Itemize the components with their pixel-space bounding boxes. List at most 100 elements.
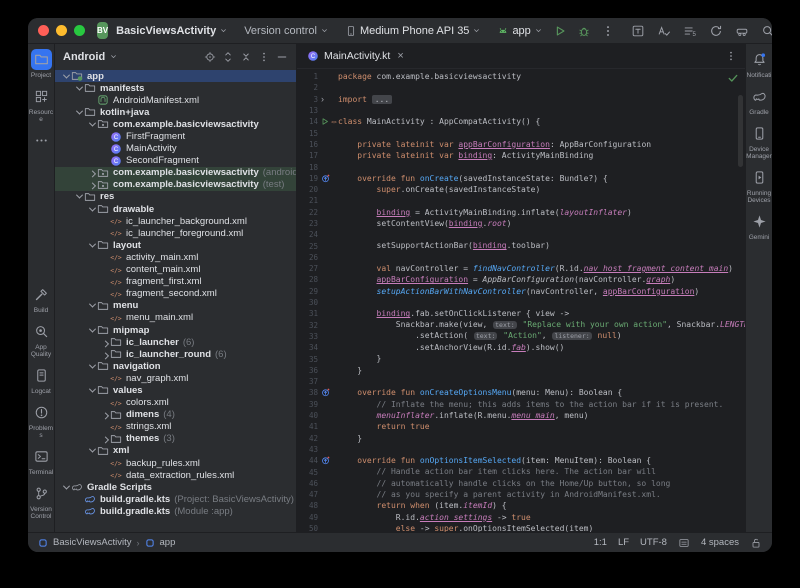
tree-item-androidmanifest-xml[interactable]: AndroidManifest.xml (55, 94, 296, 106)
tree-item-fragment-first-xml[interactable]: </>fragment_first.xml (55, 276, 296, 288)
code-line-30[interactable]: 30 (297, 297, 745, 308)
stripe-item-resource-manager[interactable]: Resource Manager (28, 86, 55, 123)
overriding-method-icon[interactable] (321, 174, 330, 183)
code-line-43[interactable]: 43 (297, 444, 745, 455)
caret-position[interactable]: 1:1 (594, 537, 607, 548)
code-line-24[interactable]: 24 (297, 229, 745, 240)
code-line-16[interactable]: 16 private lateinit var appBarConfigurat… (297, 139, 745, 150)
tree-item-fragment-second-xml[interactable]: </>fragment_second.xml (55, 288, 296, 300)
tab-mainactivity[interactable]: C MainActivity.kt × (297, 44, 414, 68)
todo-list-icon[interactable]: 5 (683, 24, 697, 38)
code-line-33[interactable]: 33 .setAction( text: "Action", listener:… (297, 331, 745, 342)
tree-toggle-icon[interactable] (87, 303, 97, 308)
tree-item-mipmap[interactable]: mipmap (55, 324, 296, 336)
tree-item-layout[interactable]: layout (55, 239, 296, 251)
code-line-26[interactable]: 26 (297, 252, 745, 263)
code-line-39[interactable]: 39 // Inflate the menu; this adds items … (297, 399, 745, 410)
tree-item-firstfragment[interactable]: CFirstFragment (55, 130, 296, 142)
panel-options-icon[interactable] (258, 51, 270, 63)
tree-item-xml[interactable]: xml (55, 445, 296, 457)
indent-setting[interactable]: 4 spaces (701, 537, 739, 548)
more-actions-icon[interactable] (601, 24, 615, 38)
device-selector[interactable]: Medium Phone API 35 (345, 25, 481, 37)
device-streaming-icon[interactable] (735, 24, 749, 38)
tree-item-secondfragment[interactable]: CSecondFragment (55, 155, 296, 167)
tree-item-gradle-scripts[interactable]: Gradle Scripts (55, 481, 296, 493)
run-class-icon[interactable] (321, 117, 329, 126)
tree-toggle-icon[interactable] (87, 243, 97, 248)
tree-item-menu-main-xml[interactable]: </>menu_main.xml (55, 312, 296, 324)
tree-item-menu[interactable]: menu (55, 300, 296, 312)
code-line-37[interactable]: 37 (297, 376, 745, 387)
code-analysis-icon[interactable] (657, 24, 671, 38)
code-line-29[interactable]: 29 setupActionBarWithNavController(navCo… (297, 286, 745, 297)
line-ending[interactable]: LF (618, 537, 629, 548)
code-line-31[interactable]: 31 binding.fab.setOnClickListener { view… (297, 308, 745, 319)
tree-item-activity-main-xml[interactable]: </>activity_main.xml (55, 251, 296, 263)
code-line-44[interactable]: 44 override fun onOptionsItemSelected(it… (297, 455, 745, 466)
code-line-3[interactable]: 3›import ... (297, 94, 745, 105)
code-line-35[interactable]: 35 } (297, 353, 745, 364)
editor-scrollbar[interactable] (738, 95, 743, 167)
tree-item-ic-launcher-background-xml[interactable]: </>ic_launcher_background.xml (55, 215, 296, 227)
overriding-method-icon[interactable] (321, 456, 330, 465)
tree-item-res[interactable]: res (55, 191, 296, 203)
tree-item-strings-xml[interactable]: </>strings.xml (55, 421, 296, 433)
code-line-49[interactable]: 49 R.id.action_settings -> true (297, 512, 745, 523)
code-line-28[interactable]: 28 appBarConfiguration = AppBarConfigura… (297, 274, 745, 285)
code-line-19[interactable]: 19 override fun onCreate(savedInstanceSt… (297, 173, 745, 184)
code-line-15[interactable]: 15 (297, 127, 745, 138)
search-everywhere-icon[interactable] (761, 24, 772, 38)
code-line-17[interactable]: 17 private lateinit var binding: Activit… (297, 150, 745, 161)
stripe-item-build[interactable]: Build (28, 284, 55, 314)
tree-item-dimens[interactable]: dimens(4) (55, 409, 296, 421)
maximize-window-button[interactable] (74, 25, 85, 36)
editor-tab-options-icon[interactable] (725, 50, 737, 62)
tree-item-drawable[interactable]: drawable (55, 203, 296, 215)
tree-toggle-icon[interactable] (87, 182, 97, 187)
code-line-47[interactable]: 47 // as you specify a parent activity i… (297, 489, 745, 500)
sync-project-icon[interactable] (709, 24, 723, 38)
tree-item-colors-xml[interactable]: </>colors.xml (55, 397, 296, 409)
hide-panel-icon[interactable] (276, 51, 288, 63)
indent-style-icon[interactable] (678, 537, 690, 549)
tree-toggle-icon[interactable] (87, 364, 97, 369)
tree-item-themes[interactable]: themes(3) (55, 433, 296, 445)
tree-toggle-icon[interactable] (100, 352, 110, 357)
tree-toggle-icon[interactable] (61, 485, 71, 490)
tree-toggle-icon[interactable] (87, 328, 97, 333)
tree-item-com-example-basicviewsactivity[interactable]: com.example.basicviewsactivity(test) (55, 179, 296, 191)
tree-item-backup-rules-xml[interactable]: </>backup_rules.xml (55, 457, 296, 469)
stripe-item-version-control[interactable]: Version Control (28, 483, 55, 520)
stripe-item-running-devices[interactable]: Running Devices (746, 167, 773, 204)
tree-item-kotlin-java[interactable]: kotlin+java (55, 106, 296, 118)
tree-toggle-icon[interactable] (87, 170, 97, 175)
stripe-item-app-quality-insights[interactable]: App Quality In (28, 321, 55, 358)
code-line-46[interactable]: 46 // automatically handle clicks on the… (297, 478, 745, 489)
stripe-item-project[interactable]: Project (28, 49, 55, 79)
tree-item-nav-graph-xml[interactable]: </>nav_graph.xml (55, 372, 296, 384)
tree-item-build-gradle-kts[interactable]: build.gradle.kts(Module :app) (55, 505, 296, 517)
code-line-50[interactable]: 50 else -> super.onOptionsItemSelected(i… (297, 523, 745, 532)
tree-toggle-icon[interactable] (87, 448, 97, 453)
unlocked-icon[interactable] (750, 537, 762, 549)
code-line-1[interactable]: 1package com.example.basicviewsactivity (297, 71, 745, 82)
tree-item-values[interactable]: values (55, 384, 296, 396)
tree-toggle-icon[interactable] (87, 388, 97, 393)
code-line-22[interactable]: 22 binding = ActivityMainBinding.inflate… (297, 207, 745, 218)
stripe-item-device-manager[interactable]: Device Manager (746, 123, 773, 160)
tree-toggle-icon[interactable] (100, 412, 110, 417)
tree-item-com-example-basicviewsactivity[interactable]: com.example.basicviewsactivity (55, 118, 296, 130)
collapse-all-icon[interactable] (240, 51, 252, 63)
fold-arrow-icon[interactable]: › (321, 95, 324, 104)
vcs-widget[interactable]: Version control (244, 25, 329, 37)
select-opened-file-icon[interactable] (204, 51, 216, 63)
stripe-item-gemini[interactable]: Gemini (746, 211, 773, 241)
code-line-2[interactable]: 2 (297, 82, 745, 93)
tree-item-content-main-xml[interactable]: </>content_main.xml (55, 264, 296, 276)
tree-toggle-icon[interactable] (100, 436, 110, 441)
tree-item-ic-launcher[interactable]: ic_launcher(6) (55, 336, 296, 348)
project-view-selector[interactable]: Android (63, 51, 105, 63)
layout-inspector-icon[interactable] (631, 24, 645, 38)
code-line-45[interactable]: 45 // Handle action bar item clicks here… (297, 466, 745, 477)
